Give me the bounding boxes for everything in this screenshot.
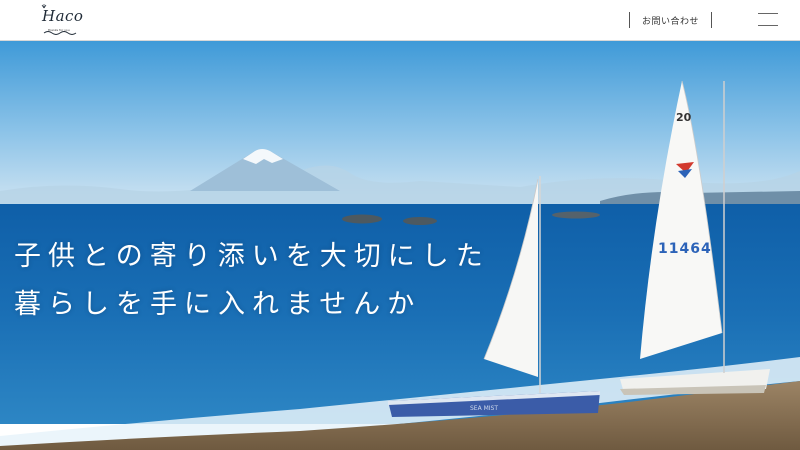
logo-subtext: thanks for you (48, 28, 70, 32)
header-nav: お問い合わせ (628, 11, 712, 29)
catchcopy-line-2: 暮らしを手に入れませんか (14, 289, 422, 320)
site-logo[interactable]: Haco thanks for you (38, 3, 88, 39)
hero-catchcopy: 子供との寄り添いを大切にした 暮らしを手に入れませんか (14, 233, 490, 329)
svg-text:20: 20 (676, 111, 692, 124)
logo-text: Haco (42, 7, 84, 25)
svg-text:11464: 11464 (658, 241, 712, 257)
contact-link[interactable]: お問い合わせ (630, 14, 711, 27)
hero-image: SEA MIST 20 11464 子供との寄り添いを大切にした 暮らしを手に入… (0, 41, 800, 450)
menu-icon[interactable] (758, 13, 778, 27)
catchcopy-line-1: 子供との寄り添いを大切にした (14, 241, 490, 272)
site-header: Haco thanks for you お問い合わせ (0, 0, 800, 41)
nav-divider (711, 12, 712, 28)
svg-text:SEA MIST: SEA MIST (470, 405, 498, 412)
